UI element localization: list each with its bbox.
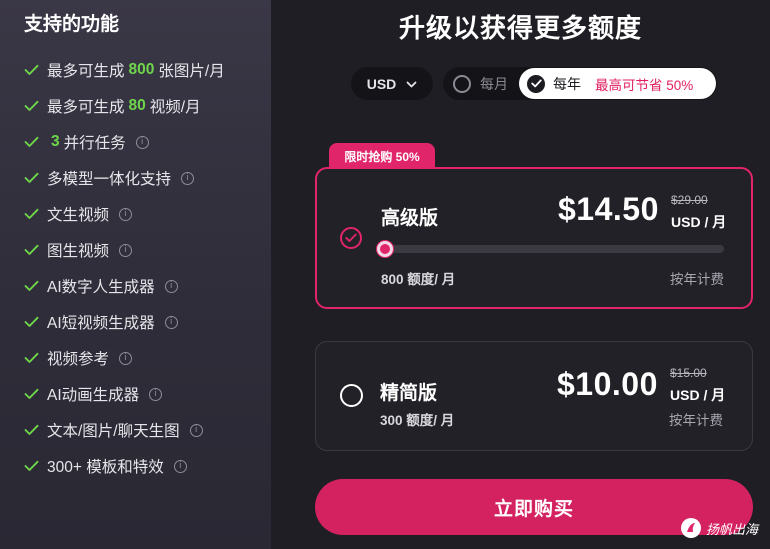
info-icon[interactable]: i (181, 171, 195, 185)
plan-card-premium[interactable]: 高级版 $14.50 $29.00 USD / 月 800 额度/ 月 按年计费 (315, 167, 753, 309)
feature-item: 3 并行任务 i (24, 124, 271, 160)
flash-sale-badge: 限时抢购 50% (329, 143, 435, 169)
feature-text: AI动画生成器 (47, 387, 140, 404)
plan-credits: 300 额度/ 月 (380, 413, 455, 428)
feature-item: 图生视频 i (24, 232, 271, 268)
plan-unselected-icon (340, 384, 363, 407)
watermark-text: 扬帆出海 (706, 521, 759, 537)
chevron-down-icon (406, 76, 417, 92)
plan-billing: 按年计费 (670, 272, 724, 287)
feature-text: 图生视频 (47, 243, 110, 260)
info-icon[interactable]: i (119, 207, 133, 221)
check-icon (24, 61, 42, 79)
radio-unchecked-icon (453, 74, 471, 93)
check-icon (24, 97, 42, 115)
watermark-logo-icon (681, 518, 701, 538)
check-icon (24, 457, 42, 475)
billing-period-toggle: 每月 每年 最高可节省 50% (443, 67, 717, 100)
plan-credits: 800 额度/ 月 (381, 272, 456, 287)
info-icon[interactable]: i (189, 423, 203, 437)
plan-name: 高级版 (381, 208, 439, 229)
feature-highlight: 80 (128, 97, 146, 114)
feature-item: 多模型一体化支持 i (24, 160, 271, 196)
feature-item: AI数字人生成器 i (24, 268, 271, 304)
feature-text: 300+ 模板和特效 (47, 459, 164, 476)
feature-text: AI短视频生成器 (47, 315, 155, 332)
info-icon[interactable]: i (149, 387, 163, 401)
check-icon (24, 385, 42, 403)
info-icon[interactable]: i (119, 243, 133, 257)
slider-thumb[interactable] (377, 241, 393, 257)
currency-select[interactable]: USD (351, 67, 433, 100)
plan-price: $14.50 (558, 191, 659, 227)
currency-value: USD (366, 75, 397, 92)
feature-text-suffix: 并行任务 (63, 135, 126, 152)
page-title: 升级以获得更多额度 (398, 13, 642, 43)
period-monthly-option[interactable]: 每月 (453, 67, 508, 100)
check-icon (24, 421, 42, 439)
check-icon (24, 241, 42, 259)
feature-item: AI短视频生成器 i (24, 304, 271, 340)
save-note: 最高可节省 50% (595, 77, 694, 93)
plan-price-unit: USD / 月 (670, 387, 726, 403)
plan-selected-icon (340, 227, 362, 249)
feature-item: 最多可生成 800 张图片/月 (24, 52, 271, 88)
radio-checked-icon (527, 74, 545, 93)
check-icon (24, 349, 42, 367)
info-icon[interactable]: i (173, 459, 187, 473)
feature-highlight: 3 (51, 133, 60, 150)
check-icon (24, 313, 42, 331)
feature-text: 文生视频 (47, 207, 110, 224)
feature-text-suffix: 视频/月 (149, 99, 201, 116)
plan-price-unit: USD / 月 (671, 214, 727, 230)
feature-text-suffix: 张图片/月 (158, 63, 225, 80)
feature-text: 最多可生成 (47, 99, 125, 116)
watermark: 扬帆出海 (681, 517, 758, 539)
features-sidebar: 支持的功能 最多可生成 800 张图片/月 最多可生成 80 视频/月 3 并行任务 i 多模型一… (0, 0, 271, 549)
check-icon (24, 277, 42, 295)
feature-item: 文本/图片/聊天生图 i (24, 412, 271, 448)
period-yearly-label: 每年 (553, 75, 581, 92)
feature-text: 多模型一体化支持 (47, 171, 172, 188)
info-icon[interactable]: i (119, 351, 133, 365)
feature-item: 300+ 模板和特效 i (24, 448, 271, 484)
plan-old-price: $29.00 (671, 193, 708, 207)
check-icon (24, 133, 42, 151)
feature-item: AI动画生成器 i (24, 376, 271, 412)
feature-highlight: 800 (128, 61, 155, 78)
check-icon (24, 205, 42, 223)
info-icon[interactable]: i (164, 315, 178, 329)
feature-text: 最多可生成 (47, 63, 125, 80)
info-icon[interactable]: i (135, 135, 149, 149)
feature-text: 文本/图片/聊天生图 (47, 423, 180, 440)
feature-item: 最多可生成 80 视频/月 (24, 88, 271, 124)
period-yearly-option[interactable]: 每年 最高可节省 50% (519, 68, 716, 99)
features-title: 支持的功能 (24, 14, 120, 35)
plan-name: 精简版 (380, 383, 438, 404)
feature-text: AI数字人生成器 (47, 279, 155, 296)
period-monthly-label: 每月 (480, 75, 508, 92)
plan-price: $10.00 (557, 366, 658, 402)
feature-text: 视频参考 (47, 351, 110, 368)
feature-list: 最多可生成 800 张图片/月 最多可生成 80 视频/月 3 并行任务 i 多模型一体化支持 i 文… (24, 52, 271, 484)
plan-billing: 按年计费 (669, 413, 723, 428)
plan-card-basic[interactable]: 精简版 $10.00 $15.00 USD / 月 300 额度/ 月 按年计费 (315, 341, 753, 451)
credits-slider[interactable] (377, 241, 724, 257)
plan-old-price: $15.00 (670, 366, 707, 380)
feature-item: 视频参考 i (24, 340, 271, 376)
feature-item: 文生视频 i (24, 196, 271, 232)
check-icon (24, 169, 42, 187)
info-icon[interactable]: i (164, 279, 178, 293)
